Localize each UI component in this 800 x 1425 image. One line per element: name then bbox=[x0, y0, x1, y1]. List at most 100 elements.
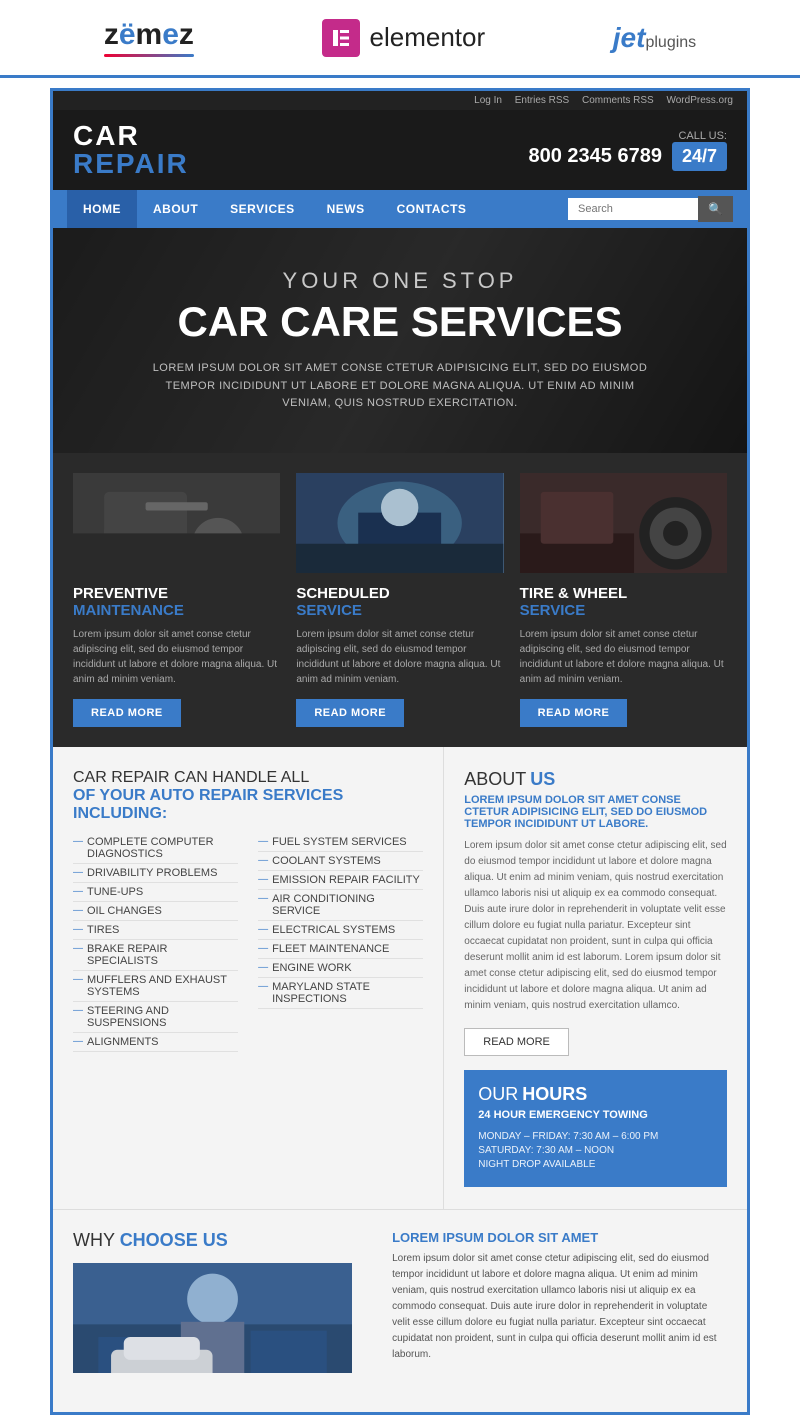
read-more-btn-2[interactable]: READ MORE bbox=[296, 699, 404, 727]
service-img-scheduled bbox=[296, 473, 503, 573]
site-header: CAR REPAIR CALL US: 800 2345 6789 24/7 bbox=[53, 110, 747, 190]
why-right: LOREM IPSUM DOLOR SIT AMET Lorem ipsum d… bbox=[372, 1210, 747, 1412]
zemes-logo: zëmez bbox=[104, 18, 194, 57]
service-title-3-blue: SERVICE bbox=[520, 602, 727, 619]
nav-news[interactable]: NEWS bbox=[311, 190, 381, 228]
list-item: ELECTRICAL SYSTEMS bbox=[258, 921, 423, 940]
call-label: CALL US: bbox=[678, 130, 727, 142]
about-read-more-btn[interactable]: READ MORE bbox=[464, 1028, 569, 1056]
why-section: WHY CHOOSE US LO bbox=[53, 1209, 747, 1412]
nav-bar: HOME ABOUT SERVICES NEWS CONTACTS 🔍 bbox=[53, 190, 747, 228]
nav-home[interactable]: HOME bbox=[67, 190, 137, 228]
hero-title: CAR CARE SERVICES bbox=[178, 298, 623, 346]
list-item: COMPLETE COMPUTER DIAGNOSTICS bbox=[73, 833, 238, 864]
services-strip: PREVENTIVE MAINTENANCE Lorem ipsum dolor… bbox=[53, 453, 747, 747]
elementor-text: elementor bbox=[370, 22, 486, 53]
service-desc-2: Lorem ipsum dolor sit amet conse ctetur … bbox=[296, 627, 503, 687]
nav-about[interactable]: ABOUT bbox=[137, 190, 214, 228]
utility-bar: Log In Entries RSS Comments RSS WordPres… bbox=[53, 91, 747, 110]
jet-logo: jetplugins bbox=[613, 22, 696, 54]
nav-services[interactable]: SERVICES bbox=[214, 190, 310, 228]
list-item: BRAKE REPAIR SPECIALISTS bbox=[73, 940, 238, 971]
search-button[interactable]: 🔍 bbox=[698, 196, 733, 222]
about-subtext: LOREM IPSUM DOLOR SIT AMET CONSE CTETUR … bbox=[464, 794, 727, 830]
about-heading: ABOUT bbox=[464, 769, 526, 790]
entries-rss-link[interactable]: Entries RSS bbox=[515, 95, 569, 106]
badge-247: 24/7 bbox=[672, 142, 727, 171]
service-title-3-main: TIRE & WHEEL bbox=[520, 585, 727, 602]
list-item: ALIGNMENTS bbox=[73, 1033, 238, 1052]
service-title-2-main: SCHEDULED bbox=[296, 585, 503, 602]
list-item: TUNE-UPS bbox=[73, 883, 238, 902]
service-card-tire: TIRE & WHEEL SERVICE Lorem ipsum dolor s… bbox=[520, 473, 727, 727]
can-handle-heading2: OF YOUR AUTO REPAIR SERVICES INCLUDING: bbox=[73, 787, 423, 823]
wordpress-link[interactable]: WordPress.org bbox=[666, 95, 733, 106]
why-sub-title: LOREM IPSUM DOLOR SIT AMET bbox=[392, 1230, 727, 1245]
why-text: Lorem ipsum dolor sit amet conse ctetur … bbox=[392, 1251, 727, 1363]
can-handle-heading1: CAR REPAIR CAN HANDLE ALL bbox=[73, 769, 423, 787]
can-handle-section: CAR REPAIR CAN HANDLE ALL OF YOUR AUTO R… bbox=[53, 747, 444, 1209]
service-title-2-blue: SERVICE bbox=[296, 602, 503, 619]
hours-heading-strong: HOURS bbox=[522, 1084, 587, 1105]
hero-text: LOREM IPSUM DOLOR SIT AMET CONSE CTETUR … bbox=[150, 360, 650, 413]
elementor-logo: elementor bbox=[322, 19, 486, 57]
hero-section: YOUR ONE STOP CAR CARE SERVICES LOREM IP… bbox=[53, 228, 747, 453]
list-item: STEERING AND SUSPENSIONS bbox=[73, 1002, 238, 1033]
why-image bbox=[73, 1263, 352, 1373]
list-item: TIRES bbox=[73, 921, 238, 940]
list-item: EMISSION REPAIR FACILITY bbox=[258, 871, 423, 890]
comments-rss-link[interactable]: Comments RSS bbox=[582, 95, 654, 106]
about-desc: Lorem ipsum dolor sit amet conse ctetur … bbox=[464, 838, 727, 1014]
logo-repair: REPAIR bbox=[73, 150, 189, 178]
list-item: MUFFLERS AND EXHAUST SYSTEMS bbox=[73, 971, 238, 1002]
services-list-1: COMPLETE COMPUTER DIAGNOSTICS DRIVABILIT… bbox=[73, 833, 238, 1052]
elementor-icon bbox=[322, 19, 360, 57]
service-card-scheduled: SCHEDULED SERVICE Lorem ipsum dolor sit … bbox=[296, 473, 503, 727]
list-item: DRIVABILITY PROBLEMS bbox=[73, 864, 238, 883]
read-more-btn-1[interactable]: READ MORE bbox=[73, 699, 181, 727]
list-item: COOLANT SYSTEMS bbox=[258, 852, 423, 871]
service-title-1-blue: MAINTENANCE bbox=[73, 602, 280, 619]
list-item: FUEL SYSTEM SERVICES bbox=[258, 833, 423, 852]
list-item: MARYLAND STATE INSPECTIONS bbox=[258, 978, 423, 1009]
why-heading-text: WHY bbox=[73, 1230, 115, 1250]
service-desc-3: Lorem ipsum dolor sit amet conse ctetur … bbox=[520, 627, 727, 687]
call-number: 800 2345 6789 24/7 bbox=[528, 142, 727, 171]
service-card-preventive: PREVENTIVE MAINTENANCE Lorem ipsum dolor… bbox=[73, 473, 280, 727]
hours-emergency: 24 HOUR EMERGENCY TOWING bbox=[478, 1109, 713, 1121]
list-item: AIR CONDITIONING SERVICE bbox=[258, 890, 423, 921]
services-cols: COMPLETE COMPUTER DIAGNOSTICS DRIVABILIT… bbox=[73, 833, 423, 1052]
list-item: OIL CHANGES bbox=[73, 902, 238, 921]
site-logo: CAR REPAIR bbox=[73, 122, 189, 178]
service-desc-1: Lorem ipsum dolor sit amet conse ctetur … bbox=[73, 627, 280, 687]
nav-contacts[interactable]: CONTACTS bbox=[381, 190, 483, 228]
phone-number: 800 2345 6789 bbox=[528, 145, 661, 168]
nav-search: 🔍 bbox=[568, 196, 733, 222]
services-col-1: COMPLETE COMPUTER DIAGNOSTICS DRIVABILIT… bbox=[73, 833, 238, 1052]
login-link[interactable]: Log In bbox=[474, 95, 502, 106]
why-left: WHY CHOOSE US bbox=[53, 1210, 372, 1412]
logo-bar: zëmez elementor jetplugins bbox=[0, 0, 800, 78]
why-heading: WHY CHOOSE US bbox=[73, 1230, 352, 1251]
service-img-tire bbox=[520, 473, 727, 573]
services-col-2: FUEL SYSTEM SERVICES COOLANT SYSTEMS EMI… bbox=[258, 833, 423, 1052]
site-wrapper: Log In Entries RSS Comments RSS WordPres… bbox=[50, 88, 750, 1415]
hours-heading: OUR bbox=[478, 1084, 518, 1105]
list-item: ENGINE WORK bbox=[258, 959, 423, 978]
why-heading-strong: CHOOSE US bbox=[120, 1230, 228, 1250]
hours-row-1: MONDAY – FRIDAY: 7:30 AM – 6:00 PM bbox=[478, 1131, 713, 1142]
about-heading-strong: US bbox=[530, 769, 555, 790]
about-section: ABOUT US LOREM IPSUM DOLOR SIT AMET CONS… bbox=[444, 747, 747, 1209]
info-section: CAR REPAIR CAN HANDLE ALL OF YOUR AUTO R… bbox=[53, 747, 747, 1209]
logo-car: CAR bbox=[73, 122, 189, 150]
list-item: FLEET MAINTENANCE bbox=[258, 940, 423, 959]
hero-sub: YOUR ONE STOP bbox=[283, 268, 518, 294]
services-list-2: FUEL SYSTEM SERVICES COOLANT SYSTEMS EMI… bbox=[258, 833, 423, 1009]
service-img-preventive bbox=[73, 473, 280, 573]
hours-row-3: NIGHT DROP AVAILABLE bbox=[478, 1159, 713, 1170]
read-more-btn-3[interactable]: READ MORE bbox=[520, 699, 628, 727]
hours-row-2: SATURDAY: 7:30 AM – NOON bbox=[478, 1145, 713, 1156]
service-title-1-main: PREVENTIVE bbox=[73, 585, 280, 602]
header-right: CALL US: 800 2345 6789 24/7 bbox=[528, 130, 727, 171]
search-input[interactable] bbox=[568, 198, 698, 220]
